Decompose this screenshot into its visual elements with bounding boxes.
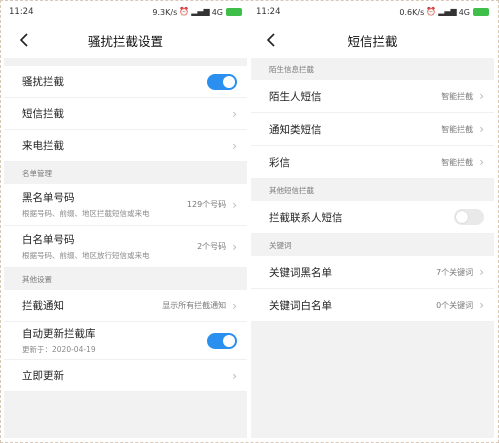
network-speed: 9.3K/s [152,7,178,17]
network-speed: 0.6K/s [399,7,425,17]
status-bar: 11:24 9.3K/s ⏰ ▂▄▆ 4G [4,2,247,22]
chevron-right-icon: › [232,197,237,212]
stranger-sms-row[interactable]: 陌生人短信 智能拦截 › [251,80,494,113]
keyword-blacklist-row[interactable]: 关键词黑名单 7个关键词 › [251,256,494,289]
block-notify-row[interactable]: 拦截通知 显示所有拦截通知 › [4,290,247,322]
call-block-row[interactable]: 来电拦截 › [4,130,247,162]
mms-row[interactable]: 彩信 智能拦截 › [251,146,494,179]
section-other-settings: 其他设置 [4,268,247,290]
chevron-right-icon: › [479,265,484,279]
section-list-management: 名单管理 [4,162,247,184]
chevron-right-icon: › [479,298,484,312]
section-stranger: 陌生信息拦截 [251,58,494,80]
alarm-icon: ⏰ [426,7,437,16]
signal-icon: ▂▄▆ [191,7,210,16]
chevron-right-icon: › [232,368,237,383]
block-contacts-row[interactable]: 拦截联系人短信 [251,201,494,234]
chevron-right-icon: › [479,89,484,103]
back-icon[interactable] [18,31,32,49]
battery-icon [473,8,489,16]
chevron-right-icon: › [232,138,237,153]
signal-icon: ▂▄▆ [438,7,457,16]
whitelist-row[interactable]: 白名单号码 根据号码、前缀、地区放行短信或来电 2个号码 › [4,226,247,268]
alarm-icon: ⏰ [179,7,190,16]
page-title: 短信拦截 [347,33,398,49]
blacklist-row[interactable]: 黑名单号码 根据号码、前缀、地区拦截短信或来电 129个号码 › [4,184,247,226]
auto-update-row[interactable]: 自动更新拦截库 更新于：2020-04-19 [4,322,247,360]
section-keyword: 关键词 [251,234,494,256]
network-type: 4G [211,7,223,17]
auto-update-toggle[interactable] [207,332,237,349]
notify-sms-row[interactable]: 通知类短信 智能拦截 › [251,113,494,146]
back-icon[interactable] [265,31,279,49]
chevron-right-icon: › [232,106,237,121]
title-bar: 骚扰拦截设置 [4,22,247,58]
page-title: 骚扰拦截设置 [87,33,163,49]
right-screen: 11:24 0.6K/s ⏰ ▂▄▆ 4G 短信拦截 陌生信息拦截 陌生人短信 … [251,2,494,438]
block-contacts-toggle[interactable] [454,209,484,225]
harass-block-row[interactable]: 骚扰拦截 [4,66,247,98]
harass-block-toggle[interactable] [207,73,237,90]
status-time: 11:24 [9,7,34,17]
network-type: 4G [458,7,470,17]
chevron-right-icon: › [479,122,484,136]
status-time: 11:24 [256,7,281,17]
chevron-right-icon: › [479,155,484,169]
title-bar: 短信拦截 [251,22,494,58]
chevron-right-icon: › [232,298,237,313]
keyword-whitelist-row[interactable]: 关键词白名单 0个关键词 › [251,289,494,322]
update-now-row[interactable]: 立即更新 › [4,360,247,392]
section-other-sms: 其他短信拦截 [251,179,494,201]
sms-block-row[interactable]: 短信拦截 › [4,98,247,130]
chevron-right-icon: › [232,239,237,254]
status-bar: 11:24 0.6K/s ⏰ ▂▄▆ 4G [251,2,494,22]
left-screen: 11:24 9.3K/s ⏰ ▂▄▆ 4G 骚扰拦截设置 骚扰拦截 短信拦截 ›… [4,2,247,438]
battery-icon [226,8,242,16]
